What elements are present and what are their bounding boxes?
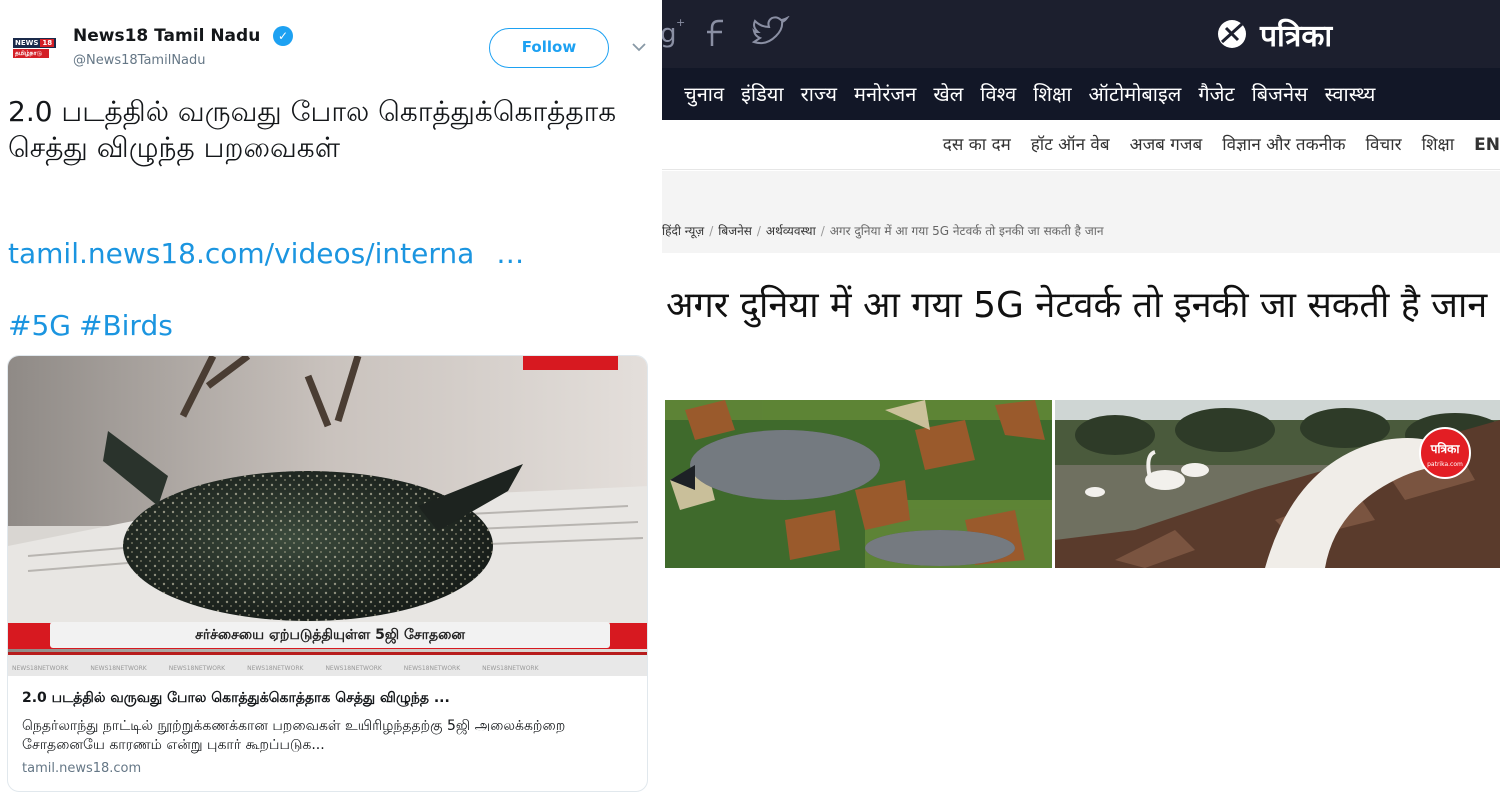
ticker-text: NEWS18NETWORK xyxy=(403,665,461,672)
news-ticker: NEWS18NETWORK NEWS18NETWORK NEWS18NETWORK N… xyxy=(8,652,647,676)
ticker-text: NEWS18NETWORK xyxy=(325,665,382,672)
nav-item-automobile[interactable]: ऑटोमोबाइल xyxy=(1089,68,1182,120)
dead-birds-grass-image xyxy=(665,400,1052,568)
watermark-text: पत्रिका xyxy=(1430,442,1460,456)
article-headline: अगर दुनिया में आ गया 5G नेटवर्क तो इनकी … xyxy=(666,285,1488,326)
tweet-text: 2.0 படத்தில் வருவது போல கொத்துக்கொத்தாக … xyxy=(8,95,617,164)
card-description: நெதர்லாந்து நாட்டில் நூற்றுக்கணக்கான பறவ… xyxy=(22,718,566,753)
hashtag-list: #5G #Birds xyxy=(8,308,173,344)
site-header: g + पत्रिका xyxy=(662,0,1500,68)
breadcrumb-business[interactable]: बिजनेस xyxy=(718,224,752,238)
avatar-logo-text: NEWS xyxy=(15,39,39,47)
subnav-item-shiksha[interactable]: शिक्षा xyxy=(1422,120,1455,169)
tweet-link-url[interactable]: tamil.news18.com/videos/interna xyxy=(8,237,474,270)
nav-item-india[interactable]: इंडिया xyxy=(741,68,783,120)
ticker-text: NEWS18NETWORK xyxy=(482,665,539,672)
author-name[interactable]: News18 Tamil Nadu xyxy=(73,26,260,46)
twitter-icon[interactable] xyxy=(751,16,790,45)
watermark-subtext: patrika.com xyxy=(1427,461,1463,468)
nav-item-khel[interactable]: खेल xyxy=(933,68,963,120)
nav-item-shiksha[interactable]: शिक्षा xyxy=(1033,68,1071,120)
nav-item-chunav[interactable]: चुनाव xyxy=(684,68,724,120)
subnav-item-vichar[interactable]: विचार xyxy=(1366,120,1402,169)
breadcrumb-home[interactable]: हिंदी न्यूज़ xyxy=(662,224,704,238)
author-handle[interactable]: @News18TamilNadu xyxy=(73,53,206,68)
chevron-down-icon[interactable] xyxy=(628,36,650,58)
breadcrumb-current: अगर दुनिया में आ गया 5G नेटवर्क तो इनकी … xyxy=(829,224,1104,238)
social-icons: g + xyxy=(662,16,790,49)
google-plus-icon[interactable]: g + xyxy=(662,16,685,49)
breadcrumb: हिंदी न्यूज़ / बिजनेस / अर्थव्यवस्था / अगर दुन… xyxy=(662,224,1104,238)
tweet-link-ellipsis: … xyxy=(496,237,525,270)
card-title[interactable]: 2.0 படத்தில் வருவது போல கொத்துக்கொத்தாக … xyxy=(22,690,637,708)
nav-item-swasthya[interactable]: स्वास्थ्य xyxy=(1325,68,1376,120)
hashtag-birds[interactable]: #Birds xyxy=(79,309,173,342)
subnav-item-ajab-gajab[interactable]: अजब गजब xyxy=(1130,120,1203,169)
image-caption: சர்ச்சையை ஏற்படுத்தியுள்ள 5ஜி சோதனை xyxy=(50,622,610,648)
svg-text:g: g xyxy=(662,19,677,49)
card-domain: tamil.news18.com xyxy=(22,761,142,776)
tweet-link[interactable]: tamil.news18.com/videos/interna … xyxy=(8,236,524,272)
main-nav: चुनाव इंडिया राज्य मनोरंजन खेल विश्व शिक्षा ऑटो… xyxy=(662,68,1500,120)
subnav-item-hot-on-web[interactable]: हॉट ऑन वेब xyxy=(1031,120,1110,169)
nav-item-rajya[interactable]: राज्य xyxy=(801,68,837,120)
avatar-logo-number: 18 xyxy=(40,39,55,47)
ticker-text: NEWS18NETWORK xyxy=(90,665,147,672)
svg-text:+: + xyxy=(676,16,685,29)
follow-button[interactable]: Follow xyxy=(489,28,609,68)
breadcrumb-economy[interactable]: अर्थव्यवस्था xyxy=(766,224,816,238)
ticker-text: NEWS18NETWORK xyxy=(247,665,304,672)
avatar-logo-subtext: தமிழ்நாடு xyxy=(13,49,49,58)
sub-nav: दस का दम हॉट ऑन वेब अजब गजब विज्ञान और तकनी… xyxy=(662,120,1500,170)
verified-badge-icon: ✓ xyxy=(273,26,293,46)
news18-avatar[interactable]: NEWS 18 தமிழ்நாடு xyxy=(13,34,56,64)
breadcrumb-strip xyxy=(662,171,1500,253)
subnav-item-das-ka-dam[interactable]: दस का दम xyxy=(943,120,1011,169)
nav-item-business[interactable]: बिजनेस xyxy=(1252,68,1308,120)
nav-item-gadget[interactable]: गैजेट xyxy=(1198,68,1234,120)
patrika-logo-text[interactable]: पत्रिका xyxy=(1260,14,1332,55)
ticker-text: NEWS18NETWORK xyxy=(12,665,69,672)
language-switch-en[interactable]: EN xyxy=(1474,120,1500,169)
subnav-item-vigyan[interactable]: विज्ञान और तकनीक xyxy=(1222,120,1345,169)
tweet-panel: NEWS 18 தமிழ்நாடு News18 Tamil Nadu ✓ @Ne… xyxy=(0,0,662,800)
patrika-article-panel: g + पत्रिका चुनाव इंडिया राज्य मनोरंजन खेल वि… xyxy=(662,0,1500,800)
facebook-icon[interactable] xyxy=(707,19,723,46)
nav-item-manoranjan[interactable]: मनोरंजन xyxy=(854,68,916,120)
hashtag-5g[interactable]: #5G xyxy=(8,309,71,342)
link-preview-card[interactable]: சர்ச்சையை ஏற்படுத்தியுள்ள 5ஜி சோதனை NEWS… xyxy=(7,355,648,792)
patrika-watermark-badge: पत्रिका patrika.com xyxy=(1419,427,1471,479)
nav-item-vishwa[interactable]: विश्व xyxy=(980,68,1016,120)
ticker-text: NEWS18NETWORK xyxy=(168,665,226,672)
dead-swan-riverbank-image xyxy=(1055,400,1500,568)
